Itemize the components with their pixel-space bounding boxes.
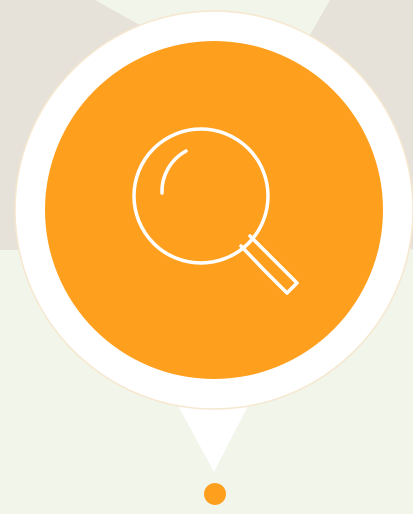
map-marker-canvas: [0, 0, 413, 514]
marker-disc: [45, 41, 383, 379]
marker-anchor-dot: [204, 483, 226, 505]
